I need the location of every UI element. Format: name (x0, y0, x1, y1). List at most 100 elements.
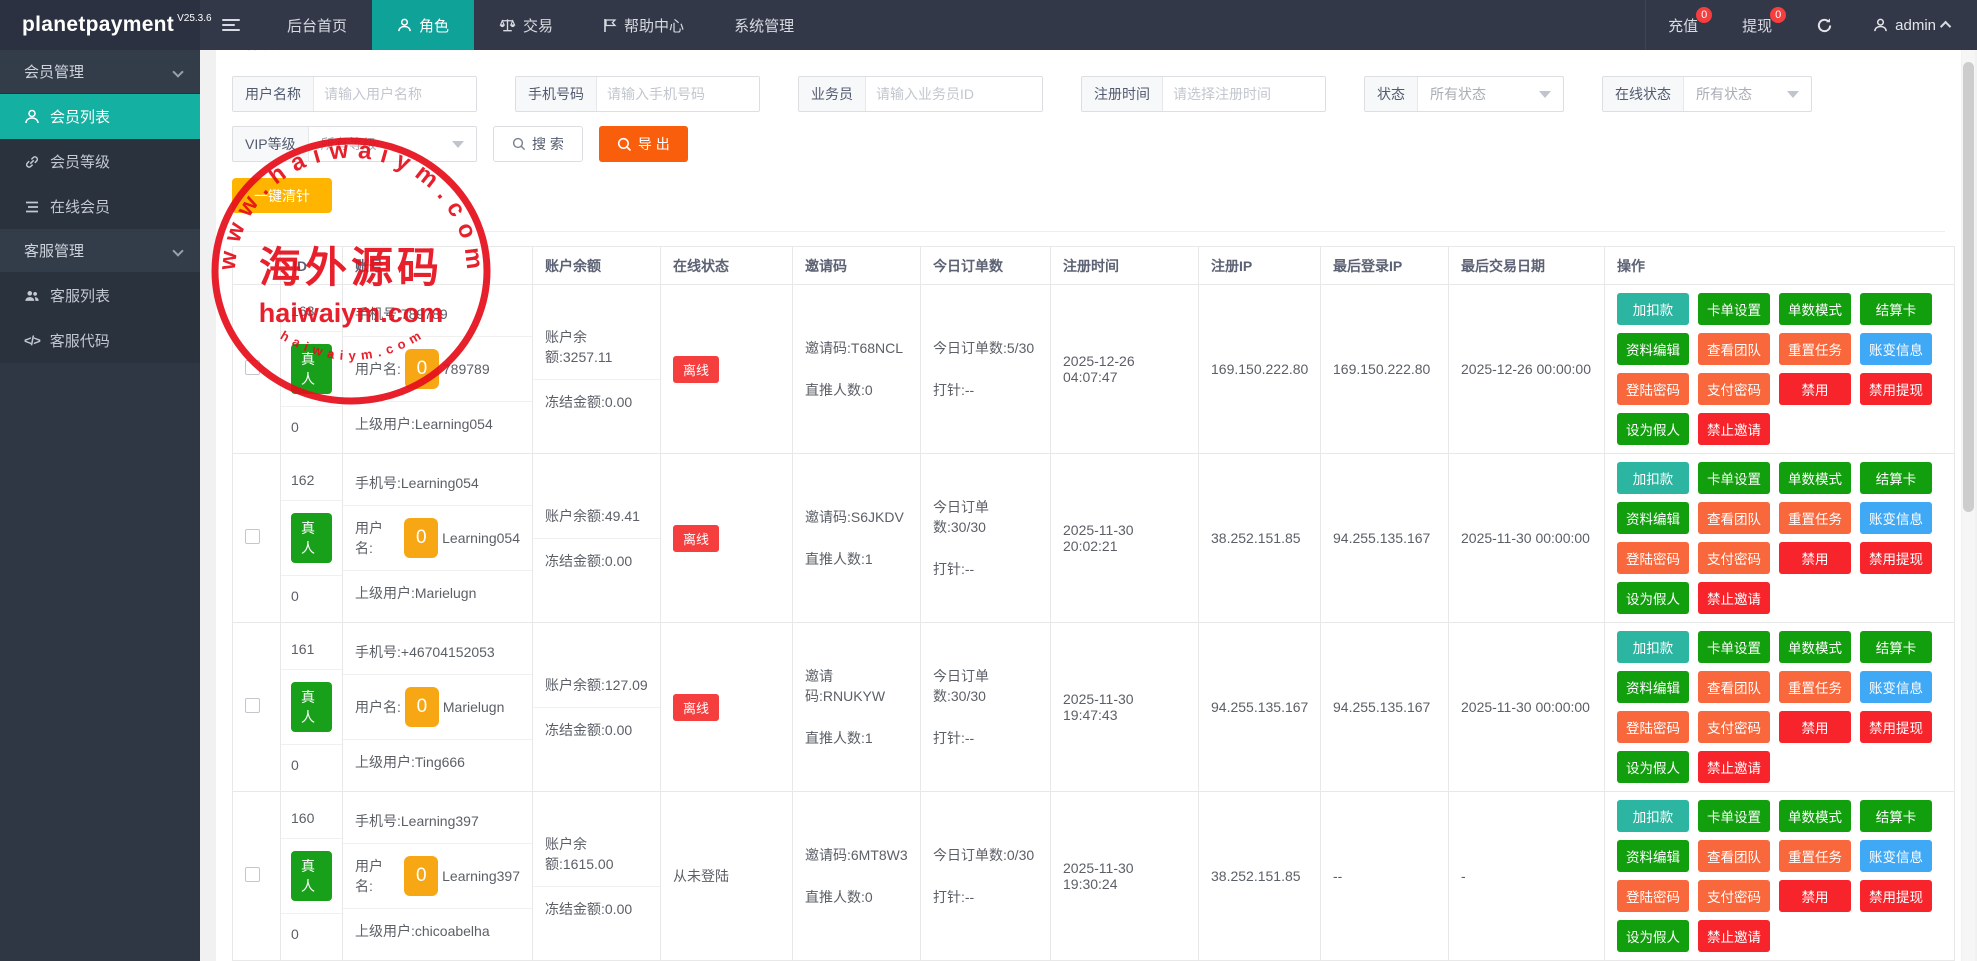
action-settle-card-button[interactable]: 结算卡 (1860, 631, 1932, 663)
row-checkbox[interactable] (245, 867, 260, 882)
nav-item-transactions[interactable]: 交易 (474, 0, 578, 50)
online-status-select[interactable]: 在线状态 所有状态 (1602, 76, 1812, 112)
action-order-mode-button[interactable]: 单数模式 (1779, 462, 1851, 494)
last-login-ip: 94.255.135.167 (1320, 453, 1449, 623)
divider (232, 231, 1945, 232)
action-add-deduct-button[interactable]: 加扣款 (1617, 631, 1689, 663)
nav-item-dashboard[interactable]: 后台首页 (262, 0, 372, 50)
online-status-cell: 离线 (660, 453, 793, 623)
action-forbid-invite-button[interactable]: 禁止邀请 (1698, 582, 1770, 614)
sidebar-item-service-list[interactable]: 客服列表 (0, 273, 200, 318)
action-view-team-button[interactable]: 查看团队 (1698, 671, 1770, 703)
action-card-setting-button[interactable]: 卡单设置 (1698, 462, 1770, 494)
action-balance-log-button[interactable]: 账变信息 (1860, 333, 1932, 365)
action-reset-task-button[interactable]: 重置任务 (1779, 502, 1851, 534)
action-settle-card-button[interactable]: 结算卡 (1860, 800, 1932, 832)
action-login-password-button[interactable]: 登陆密码 (1617, 711, 1689, 743)
action-disable-withdraw-button[interactable]: 禁用提现 (1860, 542, 1932, 574)
last-login-ip: 169.150.222.80 (1320, 284, 1449, 454)
recharge-button[interactable]: 充值 0 (1645, 0, 1720, 50)
action-profile-edit-button[interactable]: 资料编辑 (1617, 671, 1689, 703)
action-disable-withdraw-button[interactable]: 禁用提现 (1860, 373, 1932, 405)
nav-item-roles[interactable]: 角色 (372, 0, 475, 50)
agent-input[interactable] (866, 77, 1042, 111)
action-reset-task-button[interactable]: 重置任务 (1779, 840, 1851, 872)
action-card-setting-button[interactable]: 卡单设置 (1698, 631, 1770, 663)
action-reset-task-button[interactable]: 重置任务 (1779, 333, 1851, 365)
action-profile-edit-button[interactable]: 资料编辑 (1617, 840, 1689, 872)
action-login-password-button[interactable]: 登陆密码 (1617, 880, 1689, 912)
refresh-button[interactable] (1794, 0, 1855, 50)
action-disable-button[interactable]: 禁用 (1779, 880, 1851, 912)
action-add-deduct-button[interactable]: 加扣款 (1617, 800, 1689, 832)
orders-today: 今日订单数:30/30 (933, 668, 989, 704)
sidebar-item-member-list[interactable]: 会员列表 (0, 94, 200, 139)
logo-version: V25.3.6 (177, 12, 212, 24)
phone-input[interactable] (597, 77, 759, 111)
menu-collapse-icon[interactable] (200, 0, 262, 50)
action-view-team-button[interactable]: 查看团队 (1698, 840, 1770, 872)
action-reset-task-button[interactable]: 重置任务 (1779, 671, 1851, 703)
action-set-fake-button[interactable]: 设为假人 (1617, 920, 1689, 952)
action-add-deduct-button[interactable]: 加扣款 (1617, 293, 1689, 325)
search-button[interactable]: 搜 索 (493, 126, 583, 162)
action-view-team-button[interactable]: 查看团队 (1698, 333, 1770, 365)
sidebar-item-member-level[interactable]: 会员等级 (0, 139, 200, 184)
column-header: 在线状态 (660, 246, 793, 285)
status-offline-badge: 离线 (673, 524, 720, 552)
row-checkbox[interactable] (245, 529, 260, 544)
action-pay-password-button[interactable]: 支付密码 (1698, 711, 1770, 743)
action-disable-button[interactable]: 禁用 (1779, 373, 1851, 405)
action-balance-log-button[interactable]: 账变信息 (1860, 671, 1932, 703)
caret-down-icon (1539, 90, 1551, 98)
action-profile-edit-button[interactable]: 资料编辑 (1617, 502, 1689, 534)
action-order-mode-button[interactable]: 单数模式 (1779, 800, 1851, 832)
action-login-password-button[interactable]: 登陆密码 (1617, 373, 1689, 405)
action-add-deduct-button[interactable]: 加扣款 (1617, 462, 1689, 494)
action-balance-log-button[interactable]: 账变信息 (1860, 840, 1932, 872)
sidebar-group-member-management[interactable]: 会员管理 (0, 50, 200, 94)
admin-user-menu[interactable]: admin (1855, 0, 1977, 50)
action-pay-password-button[interactable]: 支付密码 (1698, 880, 1770, 912)
action-order-mode-button[interactable]: 单数模式 (1779, 631, 1851, 663)
action-view-team-button[interactable]: 查看团队 (1698, 502, 1770, 534)
action-login-password-button[interactable]: 登陆密码 (1617, 542, 1689, 574)
action-settle-card-button[interactable]: 结算卡 (1860, 293, 1932, 325)
vip-level-select[interactable]: VIP等级 所有等级 (232, 126, 477, 162)
action-set-fake-button[interactable]: 设为假人 (1617, 582, 1689, 614)
regtime-input[interactable] (1163, 77, 1325, 111)
one-key-clear-button[interactable]: 一键清针 (232, 178, 332, 213)
export-button[interactable]: 导 出 (598, 126, 688, 162)
action-pay-password-button[interactable]: 支付密码 (1698, 373, 1770, 405)
action-set-fake-button[interactable]: 设为假人 (1617, 751, 1689, 783)
action-disable-withdraw-button[interactable]: 禁用提现 (1860, 711, 1932, 743)
action-disable-button[interactable]: 禁用 (1779, 711, 1851, 743)
action-settle-card-button[interactable]: 结算卡 (1860, 462, 1932, 494)
nav-item-system[interactable]: 系统管理 (709, 0, 819, 50)
action-card-setting-button[interactable]: 卡单设置 (1698, 800, 1770, 832)
member-table-body: 163 真人 0 手机号:789789 用户名: 0 789789 上级用户:Lea… (232, 284, 1955, 961)
action-forbid-invite-button[interactable]: 禁止邀请 (1698, 920, 1770, 952)
action-set-fake-button[interactable]: 设为假人 (1617, 413, 1689, 445)
sidebar-item-service-code[interactable]: </> 客服代码 (0, 318, 200, 363)
username-input[interactable] (314, 77, 476, 111)
action-forbid-invite-button[interactable]: 禁止邀请 (1698, 413, 1770, 445)
action-order-mode-button[interactable]: 单数模式 (1779, 293, 1851, 325)
action-disable-button[interactable]: 禁用 (1779, 542, 1851, 574)
action-profile-edit-button[interactable]: 资料编辑 (1617, 333, 1689, 365)
scrollbar-thumb[interactable] (1963, 62, 1974, 512)
row-checkbox[interactable] (245, 698, 260, 713)
withdraw-button[interactable]: 提现 0 (1720, 0, 1794, 50)
action-pay-password-button[interactable]: 支付密码 (1698, 542, 1770, 574)
column-header (232, 246, 281, 285)
sidebar-group-service-management[interactable]: 客服管理 (0, 229, 200, 273)
nav-item-help-center[interactable]: 帮助中心 (578, 0, 709, 50)
member-parent: 上级用户:Learning054 (343, 401, 532, 446)
sidebar-item-online-members[interactable]: 在线会员 (0, 184, 200, 229)
action-forbid-invite-button[interactable]: 禁止邀请 (1698, 751, 1770, 783)
action-card-setting-button[interactable]: 卡单设置 (1698, 293, 1770, 325)
row-checkbox[interactable] (245, 360, 260, 375)
action-balance-log-button[interactable]: 账变信息 (1860, 502, 1932, 534)
action-disable-withdraw-button[interactable]: 禁用提现 (1860, 880, 1932, 912)
status-select[interactable]: 状态 所有状态 (1364, 76, 1564, 112)
